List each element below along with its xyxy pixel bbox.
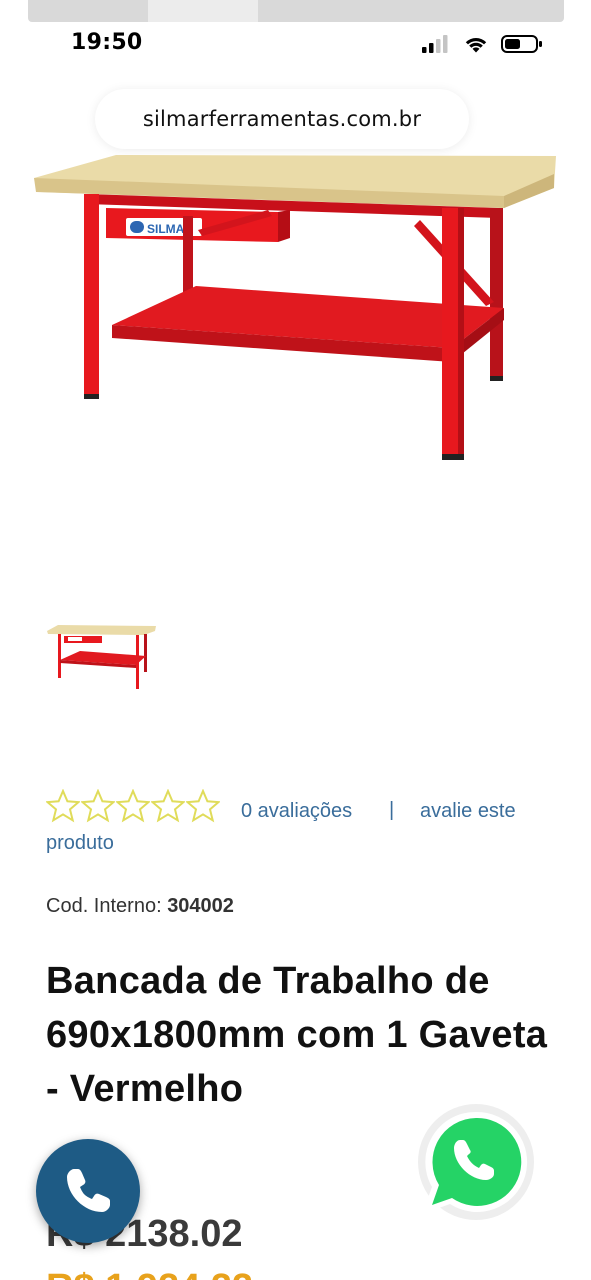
previous-page-sliver — [28, 0, 564, 22]
product-main-image[interactable]: SILMAR — [28, 150, 563, 470]
call-button[interactable] — [36, 1139, 140, 1243]
star-icon[interactable] — [46, 789, 80, 823]
reviews-count-link[interactable]: 0 avaliações — [241, 800, 352, 823]
internal-code: Cod. Interno: 304002 — [46, 895, 234, 918]
address-bar[interactable]: silmarferramentas.com.br — [95, 89, 469, 149]
signal-icon — [422, 35, 448, 53]
battery-icon — [501, 35, 542, 53]
internal-code-label: Cod. Interno: — [46, 895, 162, 917]
status-icons — [421, 34, 543, 54]
wifi-icon — [465, 37, 487, 53]
star-icon[interactable] — [116, 789, 150, 823]
rating-row: 0 avaliações | avalie este — [46, 789, 546, 825]
status-bar: 19:50 — [0, 24, 591, 68]
internal-code-value: 304002 — [167, 895, 234, 917]
whatsapp-icon — [418, 1104, 534, 1220]
phone-icon — [67, 1169, 110, 1212]
rating-stars[interactable] — [46, 789, 220, 823]
link-separator: | — [389, 799, 395, 821]
status-time: 19:50 — [71, 30, 143, 55]
whatsapp-button[interactable] — [412, 1102, 538, 1228]
star-icon[interactable] — [81, 789, 115, 823]
star-icon[interactable] — [186, 789, 220, 823]
sale-price: R$ 1.924,22 — [46, 1268, 253, 1280]
product-title: Bancada de Trabalho de 690x1800mm com 1 … — [46, 960, 548, 1110]
rate-product-link[interactable]: avalie este — [420, 800, 516, 823]
product-thumbnail[interactable] — [44, 620, 160, 694]
url-text: silmarferramentas.com.br — [142, 107, 422, 131]
star-icon[interactable] — [151, 789, 185, 823]
rate-product-link-continued[interactable]: produto — [46, 832, 114, 855]
